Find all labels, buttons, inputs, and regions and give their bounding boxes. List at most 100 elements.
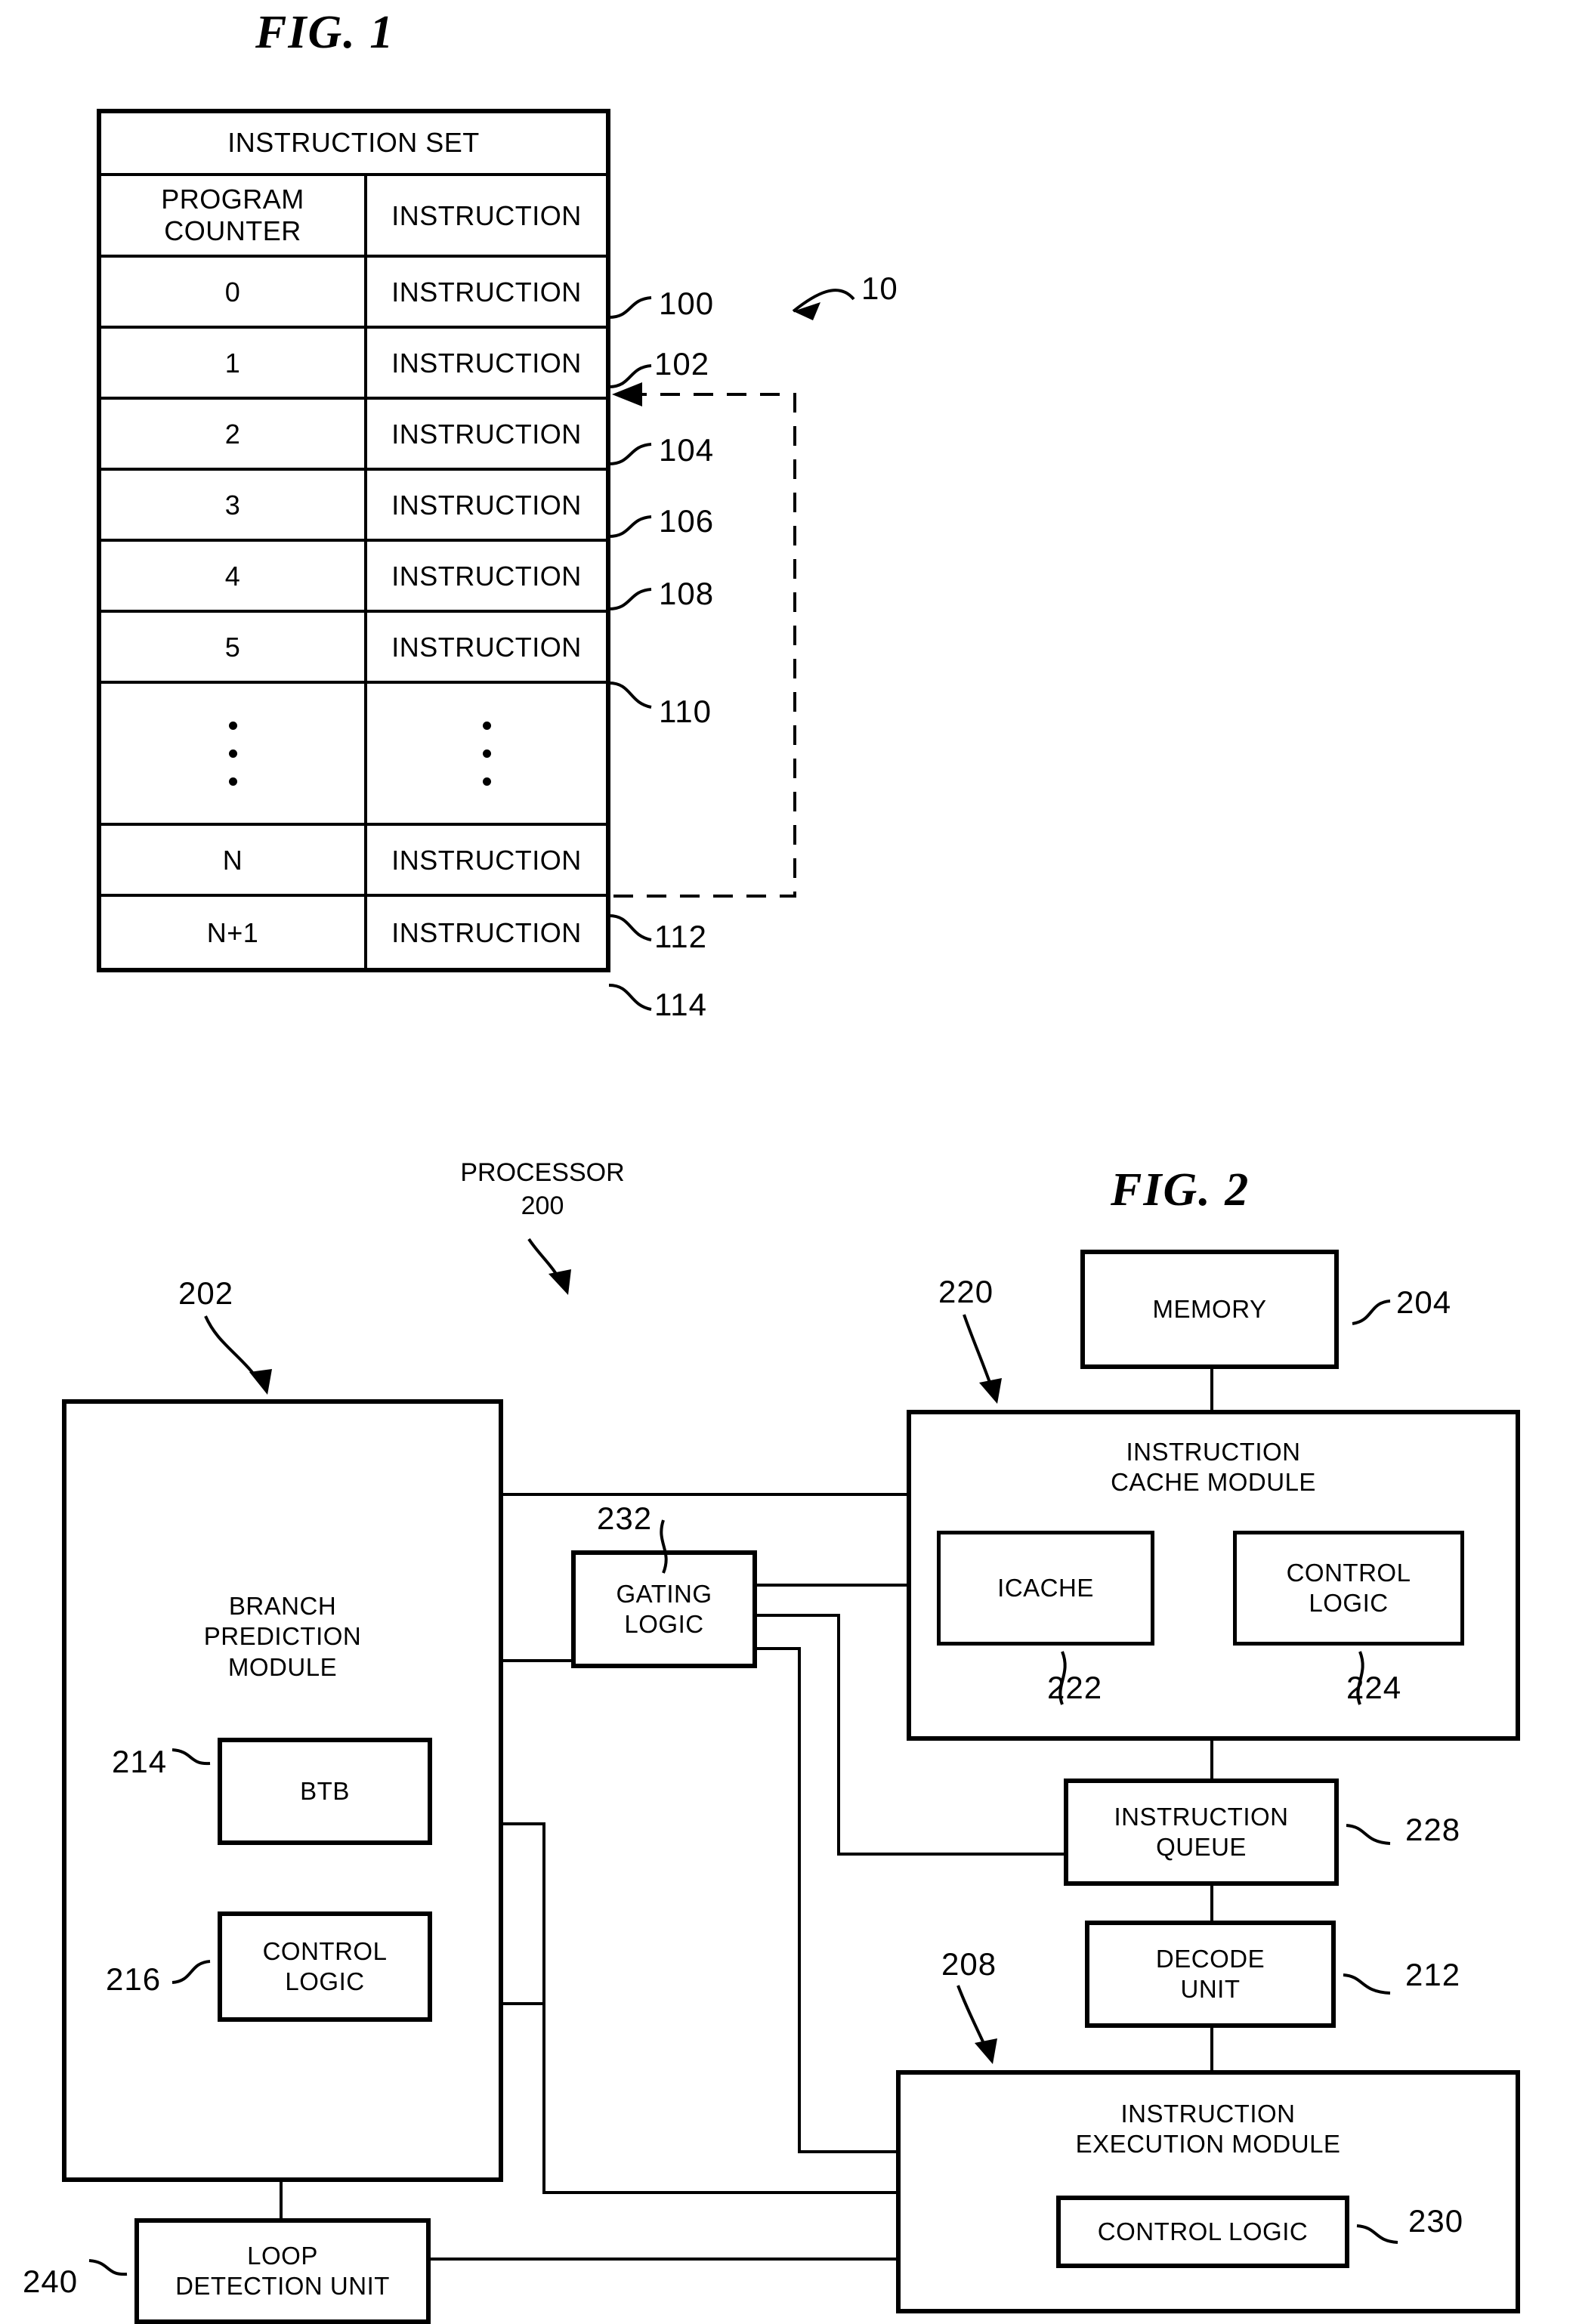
- ref-numeral-102: 102: [654, 346, 710, 382]
- column-header-line2: COUNTER: [164, 215, 301, 247]
- leader-line-114: [608, 984, 652, 1011]
- table-header-row: INSTRUCTION SET: [101, 113, 606, 177]
- loop-detection-unit-label-line2: DETECTION UNIT: [175, 2272, 390, 2300]
- cell-instruction: INSTRUCTION: [391, 844, 582, 876]
- table-column-header-row: PROGRAM COUNTER INSTRUCTION: [101, 176, 606, 258]
- instruction-queue-block[interactable]: INSTRUCTION QUEUE: [1064, 1779, 1339, 1886]
- decode-unit-block[interactable]: DECODE UNIT: [1085, 1921, 1336, 2028]
- leader-line-112: [608, 914, 652, 941]
- ref-numeral-204: 204: [1396, 1284, 1452, 1320]
- arrowhead-10: [793, 302, 820, 320]
- icache-control-logic-label-line1: CONTROL: [1286, 1558, 1411, 1587]
- processor-label: PROCESSOR 200: [429, 1156, 656, 1222]
- leader-arrow-208: [956, 1985, 993, 2060]
- loop-detection-unit-label-line1: LOOP: [247, 2241, 318, 2270]
- table-row: N INSTRUCTION: [101, 826, 606, 898]
- cell-program-counter: 5: [101, 613, 367, 681]
- table-title: INSTRUCTION SET: [227, 127, 480, 158]
- ref-numeral-212: 212: [1405, 1957, 1461, 1992]
- btb-block[interactable]: BTB: [218, 1738, 432, 1845]
- table-row: 4 INSTRUCTION: [101, 542, 606, 613]
- instruction-queue-label-line2: QUEUE: [1156, 1833, 1247, 1861]
- ref-numeral-214: 214: [112, 1744, 168, 1779]
- ref-numeral-216: 216: [106, 1961, 162, 1997]
- icache-module-label-line1: INSTRUCTION: [1126, 1438, 1301, 1466]
- connector-gating-logic-to-icache-module: [756, 1584, 908, 1587]
- connector-gating-logic-to-iem-h1: [756, 1647, 801, 1650]
- ref-numeral-228: 228: [1405, 1812, 1461, 1847]
- connector-bpm-to-loop-detection-unit: [280, 2177, 283, 2220]
- ref-numeral-10: 10: [861, 270, 898, 306]
- fig2-title: FIG. 2: [1111, 1164, 1250, 1216]
- loop-detection-unit-block[interactable]: LOOP DETECTION UNIT: [134, 2218, 431, 2324]
- arrowhead-202: [249, 1369, 272, 1395]
- processor-ref-numeral-200: 200: [521, 1191, 564, 1221]
- btb-label: BTB: [300, 1776, 350, 1805]
- cell-instruction: INSTRUCTION: [391, 489, 582, 521]
- connector-bpm-to-gating-logic: [502, 1659, 573, 1662]
- ref-numeral-108: 108: [659, 576, 715, 611]
- icache-module-label-line2: CACHE MODULE: [1111, 1468, 1316, 1497]
- cell-instruction: INSTRUCTION: [391, 276, 582, 307]
- ref-numeral-100: 100: [659, 286, 715, 321]
- vertical-bus-line: [542, 1822, 545, 2193]
- decode-unit-label-line2: UNIT: [1180, 1975, 1241, 2003]
- column-header-program-counter: PROGRAM COUNTER: [101, 176, 367, 255]
- cell-program-counter: N: [101, 826, 367, 895]
- gating-logic-label-line2: LOGIC: [624, 1610, 704, 1638]
- ref-numeral-114: 114: [654, 987, 707, 1022]
- table-row: 1 INSTRUCTION: [101, 329, 606, 400]
- cell-program-counter: 3: [101, 471, 367, 539]
- gating-logic-block[interactable]: GATING LOGIC: [571, 1550, 757, 1668]
- ref-numeral-224: 224: [1346, 1670, 1402, 1705]
- ref-numeral-220: 220: [938, 1274, 994, 1309]
- leader-arrow-202: [204, 1315, 267, 1392]
- ref-numeral-104: 104: [659, 432, 715, 468]
- connector-gating-logic-to-instruction-queue-h2: [837, 1853, 1064, 1856]
- cell-instruction-ellipsis: [367, 684, 606, 823]
- feedback-loop-dashed-line: [613, 393, 796, 898]
- leader-line-102: [608, 364, 652, 388]
- ref-numeral-232: 232: [597, 1500, 653, 1536]
- cell-program-counter-ellipsis: [101, 684, 367, 824]
- iem-control-logic-block[interactable]: CONTROL LOGIC: [1056, 2196, 1349, 2268]
- connector-bus-to-iem: [542, 2191, 896, 2194]
- ref-numeral-208: 208: [941, 1946, 997, 1982]
- connector-gating-logic-to-iem-v: [798, 1647, 801, 2153]
- cell-instruction: INSTRUCTION: [391, 631, 582, 663]
- arrowhead-208: [975, 2038, 997, 2064]
- leader-line-240: [88, 2259, 128, 2276]
- processor-label-text: PROCESSOR: [460, 1158, 625, 1187]
- icache-control-logic-block[interactable]: CONTROL LOGIC: [1233, 1531, 1464, 1646]
- instruction-set-table: INSTRUCTION SET PROGRAM COUNTER INSTRUCT…: [97, 109, 610, 973]
- leader-line-110: [608, 681, 652, 709]
- connector-decode-unit-to-iem: [1210, 2026, 1213, 2070]
- iem-label-line1: INSTRUCTION: [1120, 2100, 1296, 2128]
- cell-program-counter: N+1: [101, 897, 367, 969]
- instruction-execution-module-block[interactable]: INSTRUCTION EXECUTION MODULE: [896, 2070, 1520, 2313]
- ref-numeral-230: 230: [1408, 2203, 1464, 2239]
- leader-line-100: [608, 296, 652, 319]
- bpm-label-line2: PREDICTION: [203, 1622, 362, 1651]
- leader-line-106: [608, 515, 652, 538]
- decode-unit-label-line1: DECODE: [1155, 1944, 1265, 1973]
- connector-gating-logic-to-instruction-queue-h1: [756, 1614, 840, 1617]
- table-row: 2 INSTRUCTION: [101, 400, 606, 471]
- iem-label-line2: EXECUTION MODULE: [1075, 2130, 1341, 2159]
- memory-block[interactable]: MEMORY: [1080, 1250, 1339, 1369]
- vertical-ellipsis-icon: [228, 721, 237, 786]
- leader-line-104: [608, 443, 652, 465]
- icache-control-logic-label-line2: LOGIC: [1309, 1589, 1389, 1617]
- leader-arrow-200: [527, 1238, 567, 1290]
- cell-program-counter: 1: [101, 329, 367, 397]
- arrowhead-200: [549, 1269, 571, 1295]
- leader-line-204: [1352, 1300, 1391, 1325]
- leader-line-10: [792, 289, 855, 313]
- cell-instruction: INSTRUCTION: [391, 347, 582, 379]
- arrowhead-feedback-loop: [612, 382, 642, 406]
- bpm-control-logic-block[interactable]: CONTROL LOGIC: [218, 1911, 432, 2022]
- bpm-control-logic-label-line2: LOGIC: [285, 1967, 365, 1995]
- table-row-ellipsis: [101, 684, 606, 827]
- column-header-instruction: INSTRUCTION: [391, 199, 582, 231]
- icache-block[interactable]: ICACHE: [937, 1531, 1154, 1646]
